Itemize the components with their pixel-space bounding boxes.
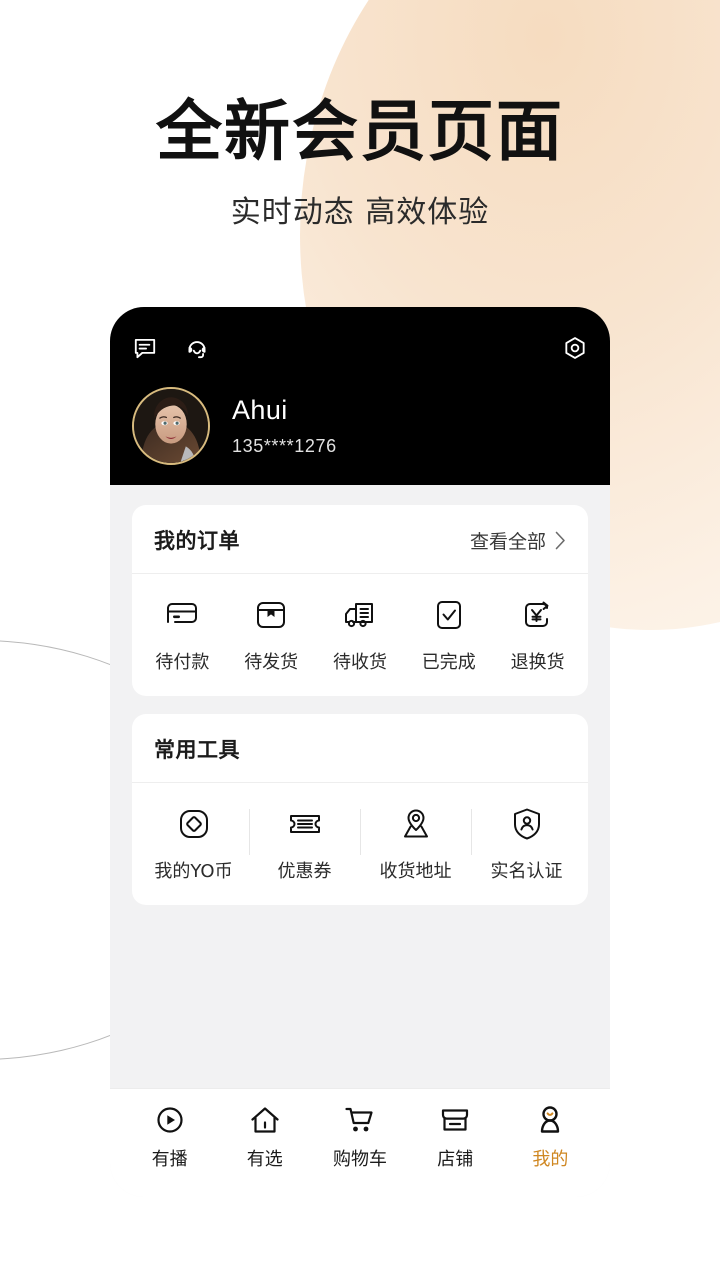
nav-item-label: 有播	[151, 1149, 188, 1170]
header-toolbar	[132, 331, 588, 365]
orders-status-grid: 待付款 待发货 待收货 已完成 退换货	[132, 574, 588, 696]
settings-icon[interactable]	[562, 335, 588, 361]
user-avatar[interactable]	[132, 387, 210, 465]
phone-content: 我的订单 查看全部 待付款 待发货 待收货 已完成 退换货 常用工具 我的YO币…	[110, 485, 610, 1088]
nav-item-label: 有选	[246, 1149, 283, 1170]
tools-card: 常用工具 我的YO币 优惠券 收货地址 实名认证	[132, 714, 588, 905]
tool-label: 优惠券	[277, 861, 332, 882]
play-circle-icon	[153, 1103, 187, 1137]
refund-yen-icon	[519, 596, 557, 634]
tool-label: 我的YO币	[154, 861, 233, 882]
nav-item-label: 店铺	[437, 1149, 474, 1170]
phone-mockup: Ahui 135****1276 我的订单 查看全部 待付款 待发货 待收货 已…	[110, 307, 610, 1197]
order-status-label: 退换货	[510, 652, 565, 673]
tools-card-title: 常用工具	[154, 738, 240, 762]
coin-diamond-icon	[175, 805, 213, 843]
order-status-return-exchange[interactable]: 退换货	[493, 596, 582, 674]
profile-header: Ahui 135****1276	[110, 307, 610, 485]
nav-item-live[interactable]: 有播	[122, 1103, 217, 1171]
profile-row[interactable]: Ahui 135****1276	[132, 387, 588, 465]
nav-item-label: 购物车	[333, 1149, 387, 1170]
tool-coupons[interactable]: 优惠券	[249, 805, 360, 883]
credit-card-icon	[163, 596, 201, 634]
chevron-right-icon	[555, 531, 566, 550]
promo-headline: 全新会员页面	[156, 93, 564, 170]
bottom-navigation: 有播 有选 购物车 店铺 我的	[110, 1088, 610, 1197]
order-status-pending-shipment[interactable]: 待发货	[227, 596, 316, 674]
username: Ahui	[232, 395, 288, 425]
nav-item-store[interactable]: 店铺	[408, 1103, 503, 1171]
store-icon	[438, 1103, 472, 1137]
tools-card-header: 常用工具	[132, 714, 588, 783]
order-status-label: 待发货	[244, 652, 299, 673]
promo-text-block: 全新会员页面 实时动态 高效体验	[0, 96, 720, 231]
view-all-label: 查看全部	[469, 530, 546, 553]
ticket-coupon-icon	[286, 805, 324, 843]
tool-shipping-address[interactable]: 收货地址	[360, 805, 471, 883]
package-box-icon	[252, 596, 290, 634]
order-status-label: 待付款	[155, 652, 210, 673]
tool-my-coins[interactable]: 我的YO币	[138, 805, 249, 883]
view-all-orders-button[interactable]: 查看全部	[470, 527, 566, 554]
nav-item-mine[interactable]: 我的	[503, 1103, 598, 1171]
checkbox-check-icon	[430, 596, 468, 634]
tools-grid: 我的YO币 优惠券 收货地址 实名认证	[132, 783, 588, 905]
order-status-label: 已完成	[421, 652, 476, 673]
nav-item-cart[interactable]: 购物车	[312, 1103, 407, 1171]
orders-card: 我的订单 查看全部 待付款 待发货 待收货 已完成 退换货	[132, 505, 588, 696]
home-icon	[248, 1103, 282, 1137]
user-phone-number: 135****1276	[232, 436, 337, 456]
headset-icon[interactable]	[184, 335, 210, 361]
orders-card-title: 我的订单	[154, 529, 240, 553]
order-status-pending-payment[interactable]: 待付款	[138, 596, 227, 674]
promo-subheadline: 实时动态 高效体验	[230, 195, 490, 231]
shield-person-icon	[508, 805, 546, 843]
delivery-truck-icon	[341, 596, 379, 634]
message-icon[interactable]	[132, 335, 158, 361]
tool-label: 收货地址	[379, 861, 452, 882]
nav-item-home[interactable]: 有选	[217, 1103, 312, 1171]
promo-stage: 全新会员页面 实时动态 高效体验 Ahui 135****1276 我的订单 查…	[0, 0, 720, 1280]
tool-label: 实名认证	[490, 861, 563, 882]
shopping-cart-icon	[343, 1103, 377, 1137]
tool-real-name-verification[interactable]: 实名认证	[471, 805, 582, 883]
nav-item-label: 我的	[532, 1149, 569, 1170]
order-status-pending-receipt[interactable]: 待收货	[316, 596, 405, 674]
order-status-completed[interactable]: 已完成	[404, 596, 493, 674]
person-icon	[533, 1103, 567, 1137]
map-pin-icon	[397, 805, 435, 843]
order-status-label: 待收货	[332, 652, 387, 673]
orders-card-header: 我的订单 查看全部	[132, 505, 588, 574]
